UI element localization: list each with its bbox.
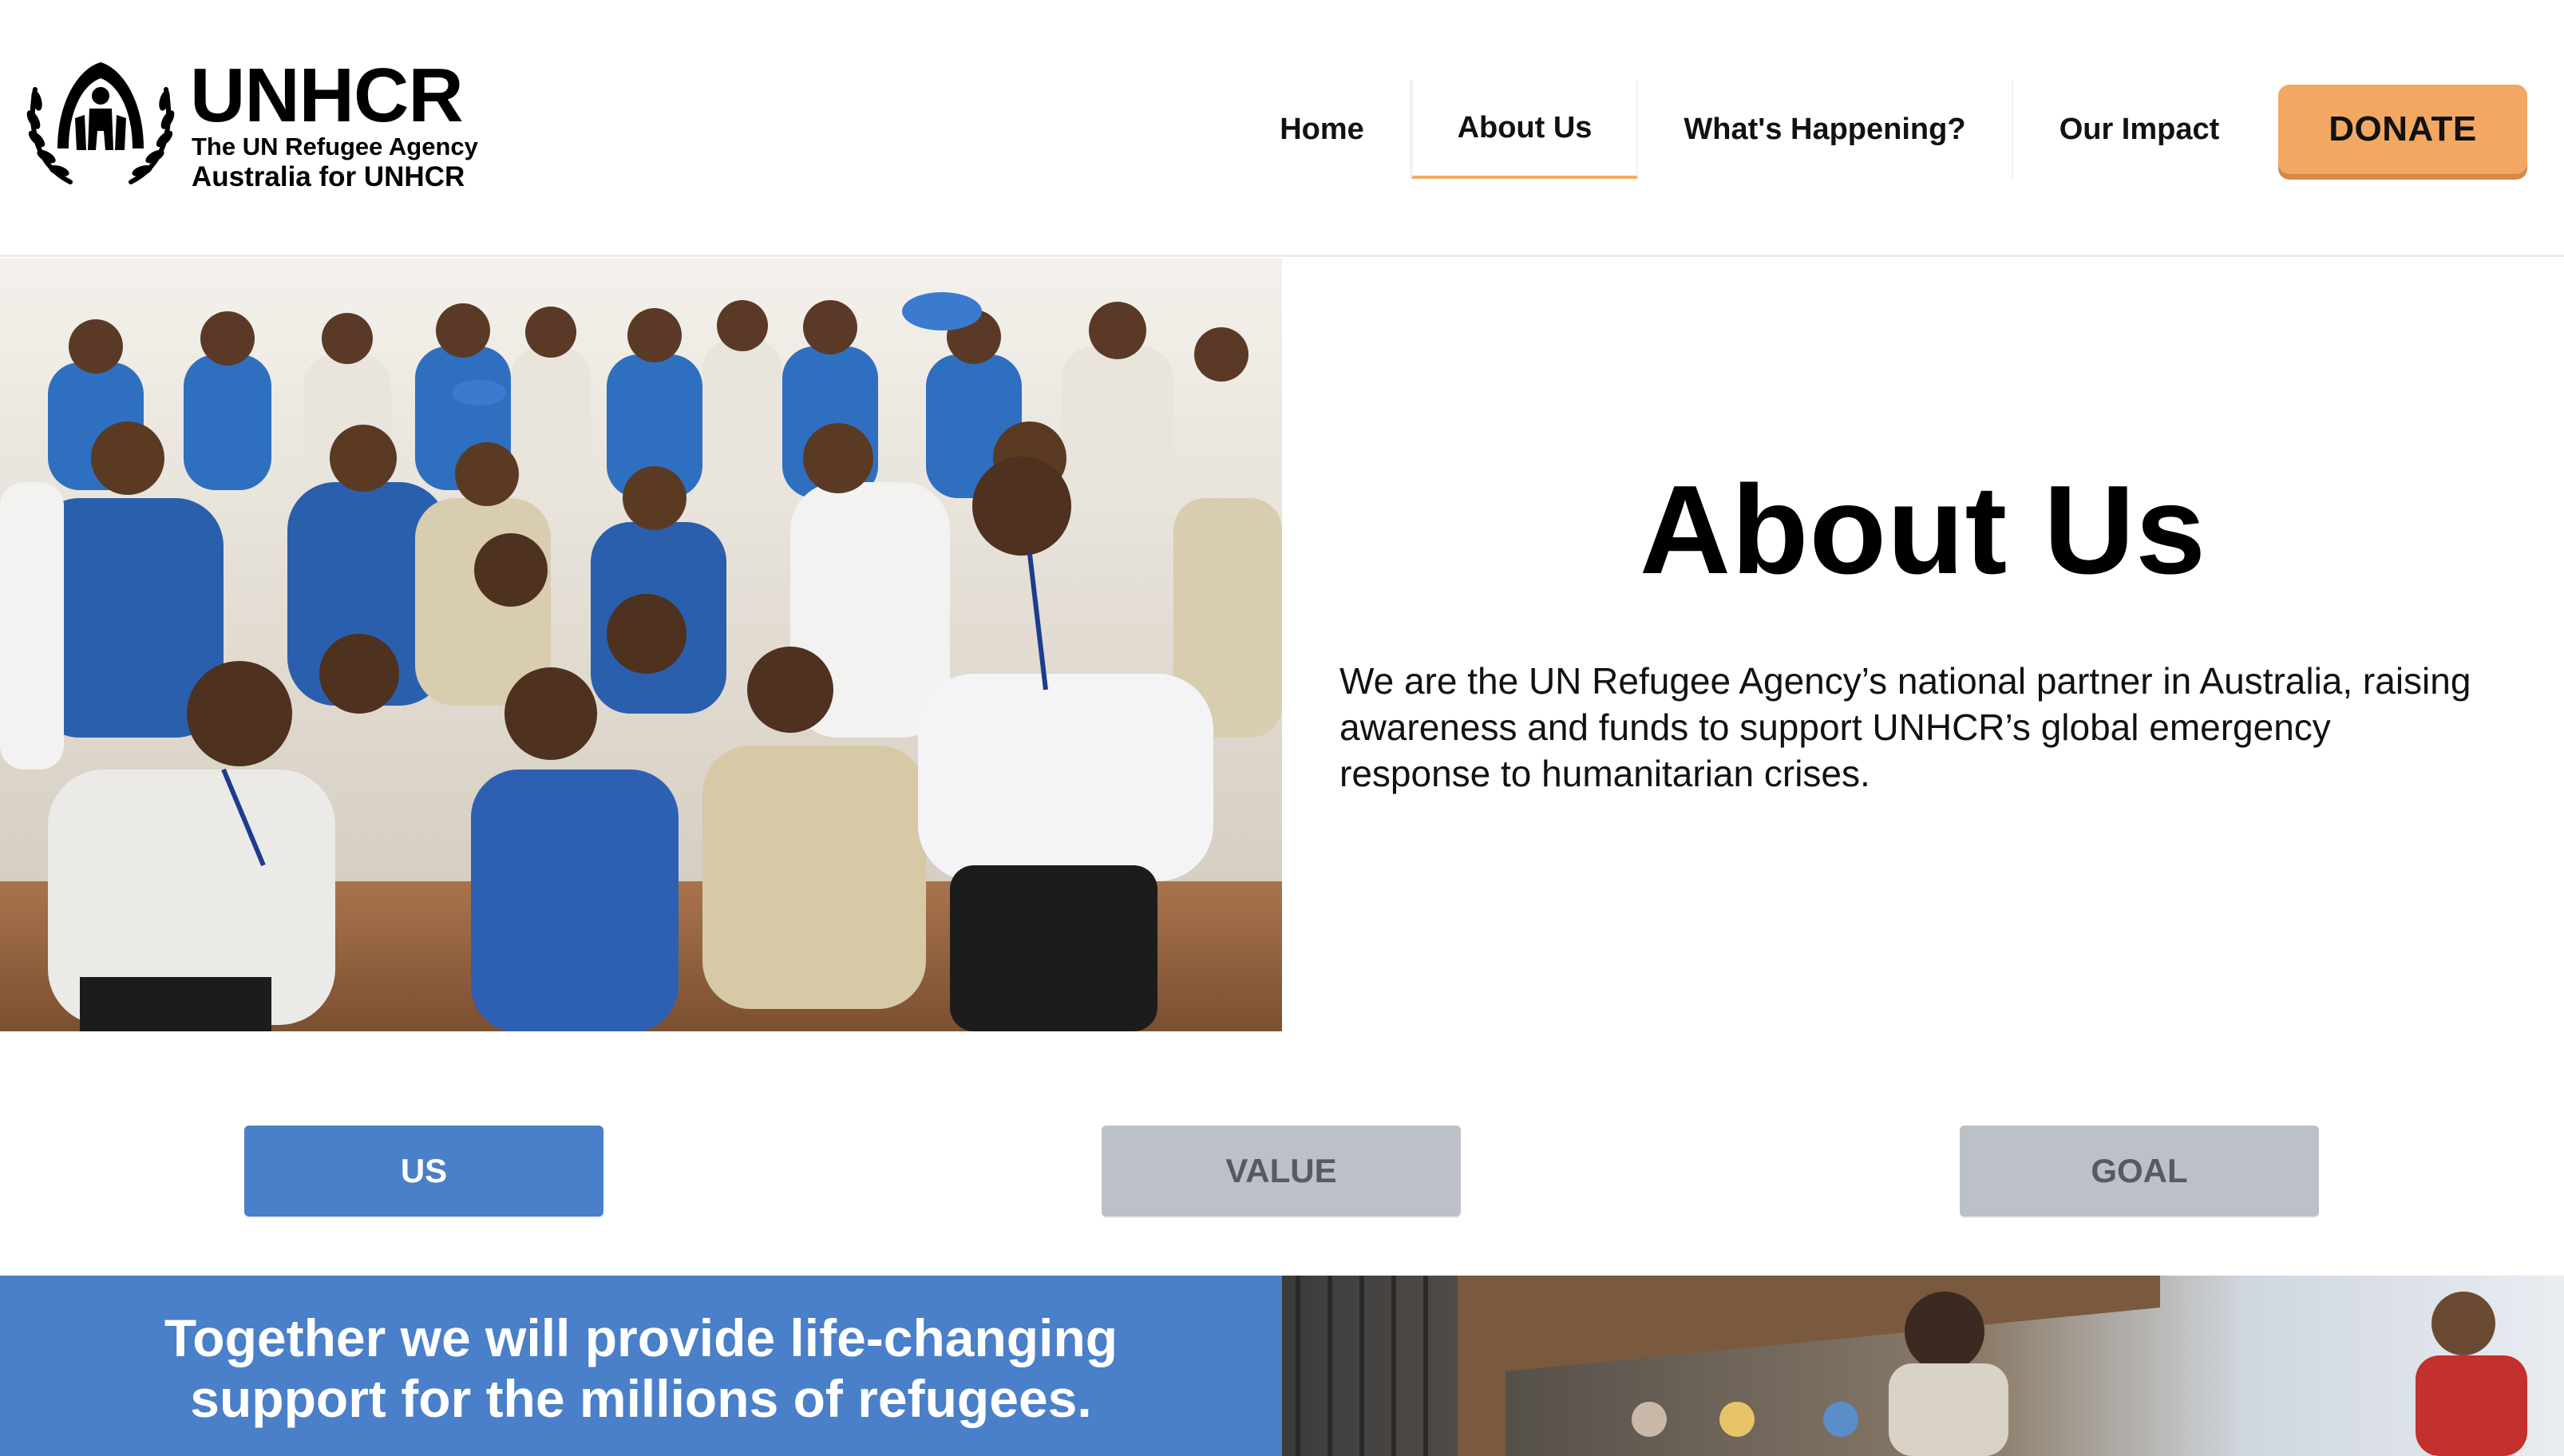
unhcr-laurel-emblem-icon — [26, 62, 175, 184]
mission-banner-text: Together we will provide life-changing s… — [0, 1308, 1282, 1429]
logo-title: UNHCR — [190, 53, 464, 138]
main-nav: Home About Us What's Happening? Our Impa… — [1234, 80, 2527, 179]
aid-worker-photo-illustration — [1282, 1276, 2564, 1456]
mission-line-2: support for the millions of refugees. — [190, 1369, 1092, 1428]
tab-us[interactable]: US — [244, 1126, 603, 1217]
logo-subtitle: The UN Refugee Agency — [192, 133, 478, 160]
group-photo-illustration — [0, 259, 1282, 1031]
page-title: About Us — [1639, 460, 2207, 600]
nav-item-our-impact[interactable]: Our Impact — [2013, 80, 2265, 179]
donate-button[interactable]: DONATE — [2278, 85, 2527, 174]
tab-goal[interactable]: GOAL — [1960, 1126, 2319, 1217]
mission-line-1: Together we will provide life-changing — [164, 1308, 1118, 1367]
mission-banner: Together we will provide life-changing s… — [0, 1276, 1282, 1456]
tab-value[interactable]: VALUE — [1102, 1126, 1461, 1217]
nav-item-home[interactable]: Home — [1234, 80, 1411, 179]
about-us-intro: About Us We are the UN Refugee Agency’s … — [1282, 259, 2564, 1031]
site-header: UNHCR The UN Refugee Agency Australia fo… — [0, 0, 2564, 257]
about-us-description: We are the UN Refugee Agency’s national … — [1339, 660, 2471, 794]
refugee-aid-photo — [1282, 1276, 2564, 1456]
nav-item-about-us[interactable]: About Us — [1411, 80, 1638, 179]
unhcr-logo[interactable]: UNHCR The UN Refugee Agency Australia fo… — [22, 54, 501, 198]
nav-item-whats-happening[interactable]: What's Happening? — [1638, 80, 2013, 179]
hero-group-photo — [0, 259, 1282, 1031]
logo-org-name: Australia for UNHCR — [192, 161, 465, 192]
